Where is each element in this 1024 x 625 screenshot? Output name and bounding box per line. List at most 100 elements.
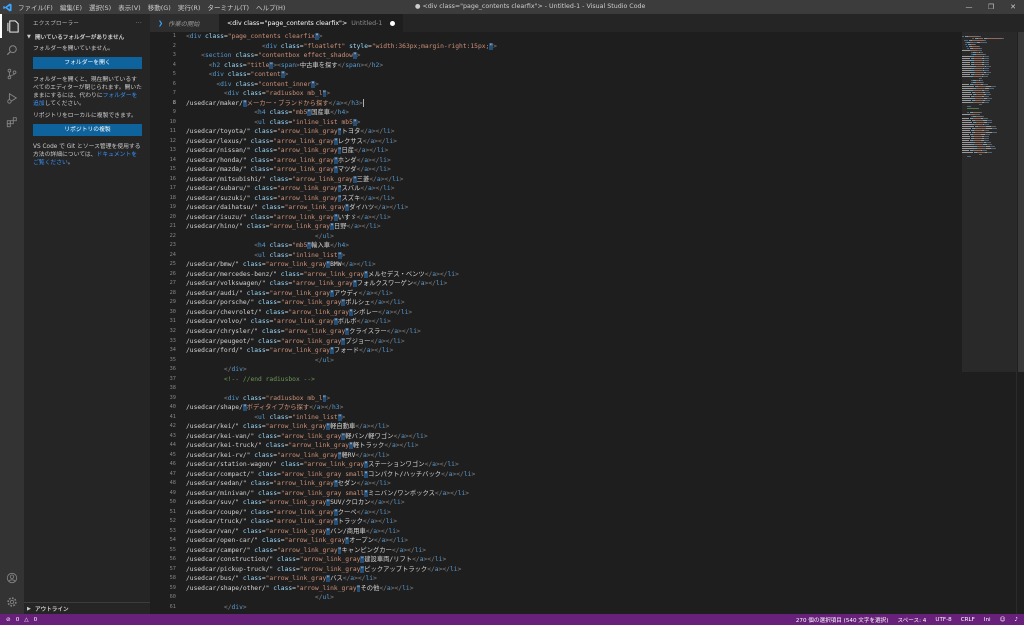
minimize-icon[interactable]: —: [958, 0, 980, 14]
scrollbar-thumb[interactable]: [1018, 32, 1024, 372]
code-line[interactable]: <div class="radiusbox mb_l">: [186, 394, 986, 404]
selection-status[interactable]: 270 個の選択項目 (540 文字を選択): [796, 616, 889, 624]
run-debug-icon[interactable]: [0, 86, 24, 110]
code-line[interactable]: /usedcar/sedan/" class="arrow_link_gray"…: [186, 479, 986, 489]
code-line[interactable]: <h4 class="mb5"輸入車</h4>: [186, 241, 986, 251]
code-line[interactable]: </div>: [186, 365, 986, 375]
code-line[interactable]: /usedcar/porsche/" class="arrow_link_gra…: [186, 298, 986, 308]
outline-section[interactable]: ▶ アウトライン: [24, 602, 150, 614]
code-line[interactable]: /usedcar/mitsubishi/" class="arrow_link_…: [186, 175, 986, 185]
code-line[interactable]: /usedcar/maker/"メーカー・ブランドから探す</a></h3>: [186, 98, 986, 109]
code-line[interactable]: /usedcar/coupe/" class="arrow_link_gray"…: [186, 508, 986, 518]
code-line[interactable]: <ul class="inline_list mb5">: [186, 118, 986, 128]
code-line[interactable]: /usedcar/compact/" class="arrow_link_gra…: [186, 470, 986, 480]
code-line[interactable]: /usedcar/pickup-truck/" class="arrow_lin…: [186, 565, 986, 575]
code-line[interactable]: /usedcar/kei/" class="arrow_link_gray"軽自…: [186, 422, 986, 432]
menu-edit[interactable]: 編集(E): [60, 2, 82, 12]
explorer-icon[interactable]: [0, 14, 24, 38]
code-line[interactable]: <div class="radiusbox mb_l">: [186, 89, 986, 99]
vertical-scrollbar[interactable]: [1016, 32, 1024, 614]
menu-terminal[interactable]: ターミナル(T): [207, 2, 249, 12]
problems-indicator[interactable]: ⊘ 0 △ 0: [0, 617, 37, 623]
feedback-icon[interactable]: ☺: [1000, 617, 1006, 623]
code-line[interactable]: /usedcar/kei-rv/" class="arrow_link_gray…: [186, 451, 986, 461]
code-line[interactable]: /usedcar/volvo/" class="arrow_link_gray"…: [186, 317, 986, 327]
code-line[interactable]: /usedcar/truck/" class="arrow_link_gray"…: [186, 517, 986, 527]
account-icon[interactable]: [0, 566, 24, 590]
code-line[interactable]: <h4 class="mb5"国産車</h4>: [186, 108, 986, 118]
encoding-status[interactable]: UTF-8: [935, 617, 951, 623]
code-line[interactable]: /usedcar/kei-truck/" class="arrow_link_g…: [186, 441, 986, 451]
code-line[interactable]: /usedcar/chrysler/" class="arrow_link_gr…: [186, 327, 986, 337]
code-line[interactable]: /usedcar/lexus/" class="arrow_link_gray"…: [186, 137, 986, 147]
menu-view[interactable]: 表示(V): [118, 2, 141, 12]
code-line[interactable]: <div class="content">: [186, 70, 986, 80]
code-area[interactable]: <div class="page_contents clearfix"> <di…: [186, 32, 986, 612]
indentation-status[interactable]: スペース: 4: [897, 616, 926, 624]
code-line[interactable]: /usedcar/station-wagon/" class="arrow_li…: [186, 460, 986, 470]
code-line[interactable]: <ul class="inline_list">: [186, 413, 986, 423]
code-line[interactable]: /usedcar/audi/" class="arrow_link_gray"ア…: [186, 289, 986, 299]
code-line[interactable]: /usedcar/ford/" class="arrow_link_gray"フ…: [186, 346, 986, 356]
code-line[interactable]: /usedcar/mazda/" class="arrow_link_gray"…: [186, 165, 986, 175]
code-line[interactable]: /usedcar/kei-van/" class="arrow_link_gra…: [186, 432, 986, 442]
menu-selection[interactable]: 選択(S): [89, 2, 111, 12]
search-icon[interactable]: [0, 38, 24, 62]
code-line[interactable]: <h2 class="title"><span>中古車を探す</span></h…: [186, 61, 986, 71]
code-line[interactable]: /usedcar/mercedes-benz/" class="arrow_li…: [186, 270, 986, 280]
code-line[interactable]: /usedcar/honda/" class="arrow_link_gray"…: [186, 156, 986, 166]
code-line[interactable]: [186, 384, 986, 394]
open-folder-button[interactable]: フォルダーを開く: [33, 57, 142, 69]
settings-gear-icon[interactable]: [0, 590, 24, 614]
code-line[interactable]: /usedcar/volkswagen/" class="arrow_link_…: [186, 279, 986, 289]
menu-file[interactable]: ファイル(F): [18, 2, 53, 12]
tab-welcome[interactable]: ❯ 作業の開始: [150, 14, 219, 32]
code-editor[interactable]: 1 2 3 4 5 6 7 8 9 10 11 12 13 14 15 16 17 18 19 20 21 22 23 24 2…: [150, 32, 1024, 614]
eol-status[interactable]: CRLF: [961, 617, 975, 623]
clone-repository-button[interactable]: リポジトリの複製: [33, 124, 142, 136]
more-actions-icon[interactable]: ···: [136, 20, 142, 26]
close-icon[interactable]: ✕: [1002, 0, 1024, 14]
code-line[interactable]: <div class="page_contents clearfix">: [186, 32, 986, 42]
code-line[interactable]: <div class="floatleft" style="width:363p…: [186, 42, 986, 52]
code-line[interactable]: </ul>: [186, 356, 986, 366]
code-line[interactable]: /usedcar/open-car/" class="arrow_link_gr…: [186, 536, 986, 546]
code-line[interactable]: /usedcar/camper/" class="arrow_link_gray…: [186, 546, 986, 556]
code-line[interactable]: /usedcar/construction/" class="arrow_lin…: [186, 555, 986, 565]
minimap[interactable]: [962, 32, 1016, 382]
code-line[interactable]: /usedcar/shape/"ボディタイプから探す</a></h3>: [186, 403, 986, 413]
restore-icon[interactable]: ❐: [980, 0, 1002, 14]
code-line[interactable]: /usedcar/toyota/" class="arrow_link_gray…: [186, 127, 986, 137]
code-line[interactable]: /usedcar/van/" class="arrow_link_gray"バン…: [186, 527, 986, 537]
code-line[interactable]: </div>: [186, 603, 986, 613]
menu-go[interactable]: 移動(G): [148, 2, 171, 12]
code-line[interactable]: /usedcar/chevrolet/" class="arrow_link_g…: [186, 308, 986, 318]
code-line[interactable]: <!-- //end radiusbox -->: [186, 375, 986, 385]
code-line[interactable]: <div class="content_inner">: [186, 80, 986, 90]
code-line[interactable]: /usedcar/isuzu/" class="arrow_link_gray"…: [186, 213, 986, 223]
source-control-icon[interactable]: [0, 62, 24, 86]
notifications-bell-icon[interactable]: ♪: [1014, 617, 1018, 623]
language-mode-status[interactable]: Ini: [984, 617, 991, 623]
code-line[interactable]: /usedcar/suv/" class="arrow_link_gray"SU…: [186, 498, 986, 508]
code-line[interactable]: /usedcar/minivan/" class="arrow_link_gra…: [186, 489, 986, 499]
menu-run[interactable]: 実行(R): [178, 2, 201, 12]
extensions-icon[interactable]: [0, 110, 24, 134]
code-line[interactable]: /usedcar/bmw/" class="arrow_link_gray"BM…: [186, 260, 986, 270]
code-line[interactable]: /usedcar/peugeot/" class="arrow_link_gra…: [186, 337, 986, 347]
code-line[interactable]: /usedcar/suzuki/" class="arrow_link_gray…: [186, 194, 986, 204]
unsaved-dot-icon[interactable]: [390, 20, 396, 26]
no-folder-section[interactable]: ▼ 開いているフォルダーがありません: [24, 31, 150, 43]
code-line[interactable]: /usedcar/daihatsu/" class="arrow_link_gr…: [186, 203, 986, 213]
code-line[interactable]: </ul>: [186, 232, 986, 242]
code-line[interactable]: <section class="contentbox effect_shadow…: [186, 51, 986, 61]
menu-help[interactable]: ヘルプ(H): [256, 2, 285, 12]
code-line[interactable]: /usedcar/shape/other/" class="arrow_link…: [186, 584, 986, 594]
code-line[interactable]: /usedcar/subaru/" class="arrow_link_gray…: [186, 184, 986, 194]
code-line[interactable]: /usedcar/hino/" class="arrow_link_gray"日…: [186, 222, 986, 232]
minimap-viewport[interactable]: [962, 32, 1016, 372]
code-line[interactable]: </ul>: [186, 593, 986, 603]
tab-untitled-1[interactable]: <div class="page_contents clearfix"> Unt…: [219, 14, 404, 32]
code-line[interactable]: <ul class="inline_list">: [186, 251, 986, 261]
code-line[interactable]: /usedcar/bus/" class="arrow_link_gray"バス…: [186, 574, 986, 584]
